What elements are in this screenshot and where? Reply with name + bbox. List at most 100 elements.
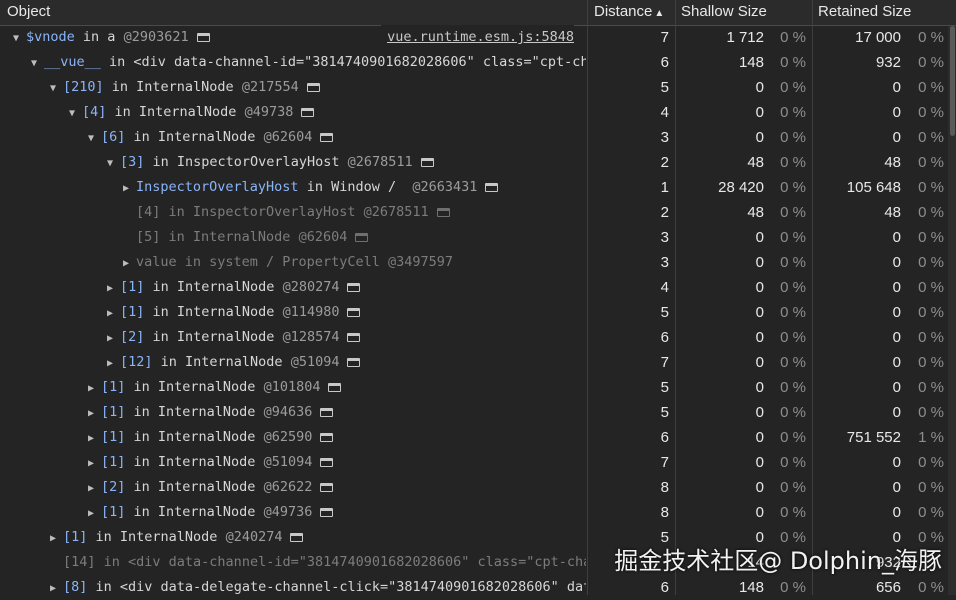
retained-size-column-header[interactable]: Retained Size — [818, 0, 946, 25]
tree-row[interactable]: ▶ InspectorOverlayHost in Window / @26634… — [0, 175, 956, 200]
retainer-edge-name: [210] — [63, 79, 104, 95]
shallow-size-column-header[interactable]: Shallow Size — [681, 0, 811, 25]
retainer-object-name: in <div data-channel-id="381474090168202… — [100, 54, 586, 70]
store-as-global-icon[interactable] — [436, 207, 450, 217]
store-as-global-icon[interactable] — [320, 432, 334, 442]
object-id: @101804 — [263, 379, 321, 395]
distance-value: 5 — [660, 304, 669, 321]
object-column-header[interactable]: Object — [7, 0, 585, 25]
expand-arrow-down-icon[interactable]: ▼ — [47, 76, 59, 100]
tree-row[interactable]: ▶ [1] in InternalNode @280274 4 0 0 % 0 0 % — [0, 275, 956, 300]
expand-arrow-right-icon[interactable]: ▶ — [104, 351, 116, 375]
store-as-global-icon[interactable] — [320, 507, 334, 517]
shallow-size-percent: 0 % — [780, 404, 806, 421]
retained-size-value: 0 — [892, 104, 901, 121]
store-as-global-icon[interactable] — [347, 307, 361, 317]
expand-arrow-right-icon[interactable]: ▶ — [85, 451, 97, 475]
store-as-global-icon[interactable] — [301, 107, 315, 117]
store-as-global-icon[interactable] — [420, 157, 434, 167]
shallow-size-percent: 0 % — [780, 54, 806, 71]
store-as-global-icon[interactable] — [347, 332, 361, 342]
store-as-global-icon[interactable] — [320, 407, 334, 417]
source-link[interactable]: vue.runtime.esm.js:5848 — [381, 25, 574, 50]
tree-row[interactable]: ▼ [6] in InternalNode @62604 3 0 0 % 0 0 % — [0, 125, 956, 150]
tree-row[interactable]: [5] in InternalNode @62604 3 0 0 % 0 0 % — [0, 225, 956, 250]
retainer-object-name: in InternalNode — [144, 329, 283, 345]
retained-size-value: 0 — [892, 504, 901, 521]
shallow-size-value: 0 — [755, 104, 764, 121]
tree-row[interactable]: [4] in InspectorOverlayHost @2678511 2 48 0… — [0, 200, 956, 225]
store-as-global-icon[interactable] — [196, 32, 210, 42]
store-as-global-icon[interactable] — [320, 457, 334, 467]
store-as-global-icon[interactable] — [347, 357, 361, 367]
retained-size-percent: 0 % — [918, 354, 944, 371]
retainer-edge-name: InspectorOverlayHost — [136, 179, 299, 195]
retainer-edge-name: [1] — [101, 429, 126, 445]
retained-size-percent: 0 % — [918, 404, 944, 421]
tree-row[interactable]: ▼ __vue__ in <div data-channel-id="381474… — [0, 50, 956, 75]
tree-row[interactable]: ▶ [2] in InternalNode @128574 6 0 0 % 0 0 % — [0, 325, 956, 350]
expand-arrow-right-icon[interactable]: ▶ — [85, 401, 97, 425]
expand-arrow-down-icon[interactable]: ▼ — [85, 126, 97, 150]
retained-size-value: 0 — [892, 279, 901, 296]
tree-row[interactable]: ▶ [1] in InternalNode @101804 5 0 0 % 0 0 % — [0, 375, 956, 400]
tree-row[interactable]: ▼ $vnode in a @2903621 vue.runtime.esm.js:… — [0, 25, 956, 50]
store-as-global-icon[interactable] — [485, 182, 499, 192]
object-cell: ▶ [2] in InternalNode @62622 — [0, 475, 586, 500]
expand-arrow-right-icon[interactable]: ▶ — [85, 501, 97, 525]
object-cell: ▶ [12] in InternalNode @51094 — [0, 350, 586, 375]
shallow-size-value: 0 — [755, 429, 764, 446]
tree-row[interactable]: ▼ [4] in InternalNode @49738 4 0 0 % 0 0 % — [0, 100, 956, 125]
expand-arrow-right-icon[interactable]: ▶ — [85, 476, 97, 500]
expand-arrow-right-icon[interactable]: ▶ — [104, 326, 116, 350]
tree-row[interactable]: ▶ value in system / PropertyCell @3497597… — [0, 250, 956, 275]
shallow-size-value: 0 — [755, 79, 764, 96]
store-as-global-icon[interactable] — [290, 532, 304, 542]
store-as-global-icon[interactable] — [328, 382, 342, 392]
distance-value: 3 — [660, 229, 669, 246]
expand-arrow-right-icon[interactable]: ▶ — [85, 426, 97, 450]
tree-row[interactable]: ▶ [1] in InternalNode @51094 7 0 0 % 0 0 % — [0, 450, 956, 475]
expand-arrow-right-icon[interactable]: ▶ — [47, 576, 59, 600]
retainer-edge-name: [1] — [120, 279, 145, 295]
expand-arrow-down-icon[interactable]: ▼ — [28, 51, 40, 75]
store-as-global-icon[interactable] — [306, 82, 320, 92]
distance-column-header[interactable]: Distance ▲ — [594, 0, 674, 25]
store-as-global-icon[interactable] — [347, 282, 361, 292]
expand-arrow-right-icon[interactable]: ▶ — [120, 176, 132, 200]
shallow-size-value: 0 — [755, 504, 764, 521]
expand-arrow-right-icon[interactable]: ▶ — [104, 301, 116, 325]
retained-size-value: 0 — [892, 329, 901, 346]
retainer-edge-name: [1] — [101, 379, 126, 395]
object-cell: ▶ [1] in InternalNode @49736 — [0, 500, 586, 525]
expand-arrow-down-icon[interactable]: ▼ — [66, 101, 78, 125]
tree-row[interactable]: ▼ [3] in InspectorOverlayHost @2678511 2 48… — [0, 150, 956, 175]
expand-arrow-down-icon[interactable]: ▼ — [104, 151, 116, 175]
tree-row[interactable]: ▶ [1] in InternalNode @62590 6 0 0 % 751 552 1… — [0, 425, 956, 450]
retained-size-percent: 0 % — [918, 329, 944, 346]
tree-row[interactable]: ▶ [1] in InternalNode @114980 5 0 0 % 0 0 % — [0, 300, 956, 325]
tree-row[interactable]: ▶ [12] in InternalNode @51094 7 0 0 % 0 0 % — [0, 350, 956, 375]
scrollbar-thumb[interactable] — [950, 26, 955, 136]
expand-arrow-right-icon[interactable]: ▶ — [85, 376, 97, 400]
store-as-global-icon[interactable] — [355, 232, 369, 242]
tree-row[interactable]: ▼ [210] in InternalNode @217554 5 0 0 % 0 0 % — [0, 75, 956, 100]
expand-arrow-right-icon[interactable]: ▶ — [47, 526, 59, 550]
tree-row[interactable]: ▶ [1] in InternalNode @49736 8 0 0 % 0 0 % — [0, 500, 956, 525]
shallow-size-percent: 0 % — [780, 79, 806, 96]
object-cell: ▶ [2] in InternalNode @128574 — [0, 325, 586, 350]
shallow-size-percent: 0 % — [780, 304, 806, 321]
tree-row[interactable]: ▶ [1] in InternalNode @94636 5 0 0 % 0 0 % — [0, 400, 956, 425]
store-as-global-icon[interactable] — [320, 482, 334, 492]
shallow-size-percent: 0 % — [780, 254, 806, 271]
retainer-edge-name: [1] — [63, 529, 88, 545]
expand-arrow-right-icon[interactable]: ▶ — [120, 251, 132, 275]
retainer-object-name: in InternalNode — [125, 404, 264, 420]
shallow-size-percent: 0 % — [780, 379, 806, 396]
retainer-object-name: in InternalNode — [106, 104, 245, 120]
store-as-global-icon[interactable] — [320, 132, 334, 142]
expand-arrow-right-icon[interactable]: ▶ — [104, 276, 116, 300]
expand-arrow-down-icon[interactable]: ▼ — [10, 26, 22, 50]
retainer-object-name: in <div data-delegate-channel-click="381… — [87, 579, 586, 595]
tree-row[interactable]: ▶ [2] in InternalNode @62622 8 0 0 % 0 0 % — [0, 475, 956, 500]
